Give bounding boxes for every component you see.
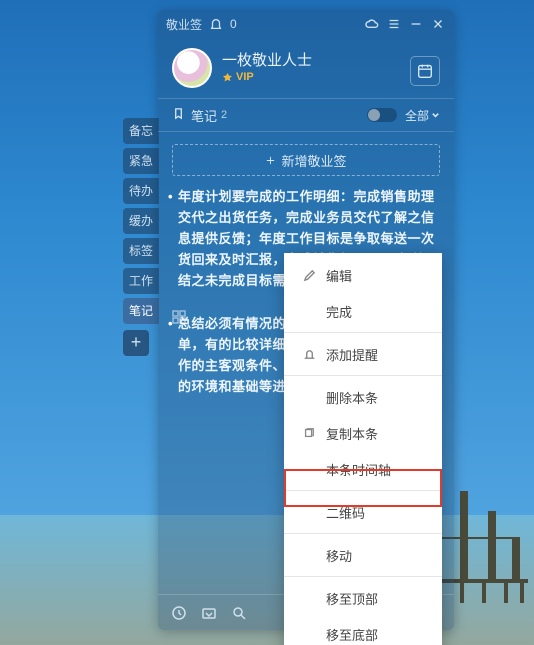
calendar-button[interactable] — [410, 56, 440, 86]
menu-icon[interactable] — [386, 16, 402, 32]
menu-timeline[interactable]: 本条时间轴 — [284, 451, 442, 487]
vip-label: VIP — [236, 71, 254, 83]
section-tabbar: 笔记 2 全部 — [158, 98, 454, 132]
view-toggle-switch[interactable] — [367, 108, 397, 122]
menu-separator — [284, 375, 442, 376]
menu-to-bottom[interactable]: 移至底部 — [284, 616, 442, 645]
notification-count: 0 — [230, 17, 237, 31]
menu-copy[interactable]: 复制本条 — [284, 415, 442, 451]
cloud-sync-icon[interactable] — [364, 16, 380, 32]
archive-icon[interactable] — [200, 604, 218, 622]
menu-delete-label: 删除本条 — [326, 388, 378, 407]
category-tab[interactable]: 备忘 — [123, 118, 159, 144]
filter-label: 全部 — [405, 107, 429, 124]
menu-qrcode[interactable]: 二维码 — [284, 494, 442, 530]
username: 一枚敬业人士 — [222, 49, 312, 70]
titlebar: 敬业签 0 — [158, 10, 454, 38]
menu-to-top-label: 移至顶部 — [326, 589, 378, 608]
bell-icon[interactable] — [208, 16, 224, 32]
menu-separator — [284, 533, 442, 534]
avatar[interactable] — [172, 48, 212, 88]
menu-to-top[interactable]: 移至顶部 — [284, 580, 442, 616]
menu-separator — [284, 490, 442, 491]
menu-separator — [284, 332, 442, 333]
add-category-button[interactable]: + — [123, 330, 149, 356]
category-tab[interactable]: 紧急 — [123, 148, 159, 174]
category-tabs: 备忘紧急待办缓办标签工作笔记 + — [123, 118, 159, 356]
category-tab[interactable]: 待办 — [123, 178, 159, 204]
menu-add-reminder-label: 添加提醒 — [326, 345, 378, 364]
search-icon[interactable] — [230, 604, 248, 622]
menu-edit-label: 编辑 — [326, 266, 352, 285]
category-tab[interactable]: 工作 — [123, 268, 159, 294]
category-tab[interactable]: 笔记 — [123, 298, 159, 324]
grid-view-icon[interactable] — [172, 310, 186, 324]
filter-dropdown[interactable]: 全部 — [405, 107, 440, 124]
app-name: 敬业签 — [166, 16, 202, 33]
menu-move-label: 移动 — [326, 546, 352, 565]
vip-badge: VIP — [222, 71, 254, 83]
menu-add-reminder[interactable]: 添加提醒 — [284, 336, 442, 372]
clock-icon[interactable] — [170, 604, 188, 622]
add-note-label: 新增敬业签 — [281, 151, 346, 170]
context-menu: 编辑 完成 添加提醒 删除本条 复制本条 本条时间轴 二维码 — [284, 253, 442, 645]
bookmark-icon — [172, 107, 185, 123]
edit-icon — [302, 268, 316, 282]
notes-tab-label[interactable]: 笔记 — [191, 106, 217, 125]
menu-delete[interactable]: 删除本条 — [284, 379, 442, 415]
category-tab[interactable]: 缓办 — [123, 208, 159, 234]
menu-copy-label: 复制本条 — [326, 424, 378, 443]
menu-complete[interactable]: 完成 — [284, 293, 442, 329]
add-note-button[interactable]: 新增敬业签 — [172, 144, 440, 176]
menu-move[interactable]: 移动 — [284, 537, 442, 573]
desktop-background: 备忘紧急待办缓办标签工作笔记+ 敬业签 0 — [0, 0, 534, 645]
menu-to-bottom-label: 移至底部 — [326, 625, 378, 644]
menu-complete-label: 完成 — [326, 302, 352, 321]
category-tab[interactable]: 标签 — [123, 238, 159, 264]
menu-edit[interactable]: 编辑 — [284, 257, 442, 293]
notes-count: 2 — [221, 109, 227, 121]
menu-timeline-label: 本条时间轴 — [326, 460, 391, 479]
close-icon[interactable] — [430, 16, 446, 32]
minimize-icon[interactable] — [408, 16, 424, 32]
bell-icon — [302, 347, 316, 361]
copy-icon — [302, 426, 316, 440]
menu-separator — [284, 576, 442, 577]
menu-qrcode-label: 二维码 — [326, 503, 365, 522]
